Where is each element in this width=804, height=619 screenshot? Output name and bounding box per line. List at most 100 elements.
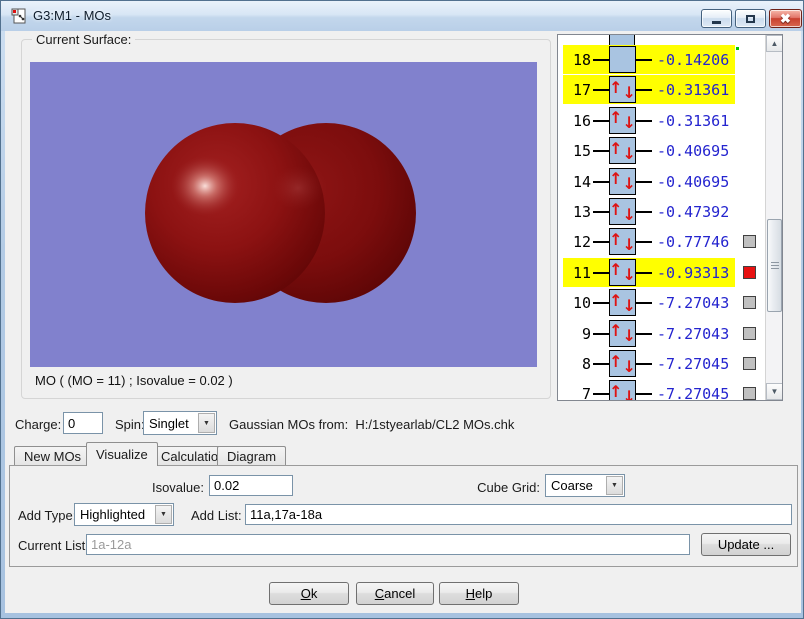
triangle-down-icon: ▼ — [771, 387, 779, 396]
mo-row-10[interactable]: 10↑↓-7.27043 — [558, 288, 765, 317]
mo-orbital-box[interactable]: ↑↓ — [609, 107, 636, 134]
app-icon — [11, 8, 27, 24]
chevron-down-icon[interactable]: ▼ — [155, 505, 172, 524]
mos-dialog-window: G3:M1 - MOs ✖ Current Surface: — [0, 0, 804, 619]
maximize-button[interactable] — [735, 9, 766, 28]
current-list-input[interactable] — [86, 534, 690, 555]
mo-number: 8 — [562, 355, 591, 373]
add-list-label: Add List: — [191, 508, 242, 523]
spin-down-arrow-icon: ↓ — [623, 176, 636, 192]
mo-row-9[interactable]: 9↑↓-7.27043 — [558, 319, 765, 348]
mo-checkbox[interactable] — [743, 235, 756, 248]
mo-level-line — [593, 211, 609, 213]
spin-down-arrow-icon: ↓ — [623, 85, 636, 101]
mo-row-11[interactable]: 11↑↓-0.93313 — [558, 258, 765, 287]
tab-label: Visualize — [96, 447, 148, 462]
mo-number: 16 — [562, 112, 591, 130]
mo-row-16[interactable]: 16 ↑↓ -0.31361 — [558, 106, 765, 135]
mo-number: 13 — [562, 203, 591, 221]
mo-level-line — [636, 272, 652, 274]
mo-orbital-box[interactable]: ↑↓ — [609, 259, 636, 286]
add-type-label: Add Type: — [18, 508, 76, 523]
mo-energy-value: -7.27043 — [657, 325, 729, 343]
spin-down-arrow-icon: ↓ — [623, 267, 636, 283]
tab-diagram[interactable]: Diagram — [217, 446, 286, 466]
mo-orbital-box[interactable]: ↑↓ — [609, 350, 636, 377]
mo-orbital-box[interactable]: ↑↓ — [609, 137, 636, 164]
scrollbar-grip — [771, 262, 779, 263]
mo-checkbox[interactable] — [743, 266, 756, 279]
mo-row-7[interactable]: 7↑↓-7.27045 — [558, 379, 765, 401]
cube-grid-dropdown[interactable]: Coarse ▼ — [545, 474, 625, 497]
update-button[interactable]: Update ... — [701, 533, 791, 556]
mo-row-13[interactable]: 13 ↑↓ -0.47392 — [558, 197, 765, 226]
spin-down-arrow-icon: ↓ — [623, 359, 636, 375]
mo-row-18[interactable]: 18-0.14206 — [558, 45, 765, 74]
scroll-down-button[interactable]: ▼ — [766, 383, 783, 400]
charge-input[interactable] — [63, 412, 103, 434]
mo-energy-value: -0.77746 — [657, 233, 729, 251]
mo-orbital-box[interactable]: ↑↓ — [609, 168, 636, 195]
mo-orbital-box[interactable]: ↑↓ — [609, 289, 636, 316]
spin-dropdown[interactable]: Singlet ▼ — [143, 411, 217, 435]
cancel-button-label: Cancel — [375, 586, 415, 601]
mo-number: 10 — [562, 294, 591, 312]
surface-viewport[interactable] — [30, 62, 537, 367]
ok-button[interactable]: Ok — [269, 582, 349, 605]
minimize-button[interactable] — [701, 9, 732, 28]
mo-energy-value: -0.31361 — [657, 112, 729, 130]
mo-checkbox[interactable] — [743, 327, 756, 340]
mo-level-line — [593, 181, 609, 183]
mo-list-scrollbar[interactable]: ▲ ▼ — [765, 35, 782, 400]
tab-visualize[interactable]: Visualize — [86, 442, 158, 466]
mo-row-12[interactable]: 12↑↓-0.77746 — [558, 227, 765, 256]
triangle-up-icon: ▲ — [771, 39, 779, 48]
cancel-button[interactable]: Cancel — [356, 582, 434, 605]
help-button[interactable]: Help — [439, 582, 519, 605]
mo-orbital-box[interactable] — [609, 46, 636, 73]
add-type-dropdown[interactable]: Highlighted ▼ — [74, 503, 174, 526]
isovalue-input[interactable] — [209, 475, 293, 496]
mo-checkbox[interactable] — [743, 387, 756, 400]
mo-level-line — [636, 333, 652, 335]
mo-orbital-box[interactable]: ↑↓ — [609, 228, 636, 255]
mo-orbital-box[interactable]: ↑↓ — [609, 76, 636, 103]
mo-number: 14 — [562, 173, 591, 191]
mo-checkbox[interactable] — [743, 296, 756, 309]
mo-checkbox[interactable] — [743, 357, 756, 370]
mo-level-line — [636, 59, 652, 61]
tab-new-mos[interactable]: New MOs — [14, 446, 91, 466]
mo-row-17[interactable]: 17↑↓-0.31361 — [558, 75, 765, 104]
close-button[interactable]: ✖ — [769, 9, 802, 28]
mo-level-line — [636, 150, 652, 152]
scroll-up-button[interactable]: ▲ — [766, 35, 783, 52]
mo-row-8[interactable]: 8↑↓-7.27045 — [558, 349, 765, 378]
mo-orbital-box[interactable]: ↑↓ — [609, 380, 636, 401]
mo-energy-value: -0.47392 — [657, 203, 729, 221]
spin-down-arrow-icon: ↓ — [623, 237, 636, 253]
mo-level-line — [593, 89, 609, 91]
add-list-input[interactable] — [245, 504, 792, 525]
mo-row-15[interactable]: 15↑↓-0.40695 — [558, 136, 765, 165]
spin-up-arrow-icon: ↑ — [609, 384, 622, 400]
mo-level-line — [636, 393, 652, 395]
close-icon: ✖ — [780, 12, 791, 25]
mo-list-rows: 18-0.1420617↑↓-0.3136116↑↓-0.3136115↑↓-0… — [558, 35, 765, 400]
mo-level-line — [593, 302, 609, 304]
scrollbar-thumb[interactable] — [767, 219, 782, 312]
mo-level-line — [593, 272, 609, 274]
spin-down-arrow-icon: ↓ — [623, 389, 636, 401]
chevron-down-icon[interactable]: ▼ — [198, 413, 215, 433]
titlebar[interactable]: G3:M1 - MOs ✖ — [1, 1, 804, 31]
mo-orbital-box[interactable]: ↑↓ — [609, 320, 636, 347]
spin-up-arrow-icon: ↑ — [609, 110, 622, 126]
mo-orbital-box[interactable]: ↑↓ — [609, 198, 636, 225]
spin-up-arrow-icon: ↑ — [609, 171, 622, 187]
mo-list[interactable]: 18-0.1420617↑↓-0.3136116↑↓-0.3136115↑↓-0… — [557, 34, 783, 401]
chevron-down-icon[interactable]: ▼ — [606, 476, 623, 495]
spin-up-arrow-icon: ↑ — [609, 293, 622, 309]
add-type-value: Highlighted — [75, 507, 154, 522]
mo-level-line — [636, 241, 652, 243]
mo-surface-render — [30, 62, 537, 367]
mo-row-14[interactable]: 14↑↓-0.40695 — [558, 167, 765, 196]
